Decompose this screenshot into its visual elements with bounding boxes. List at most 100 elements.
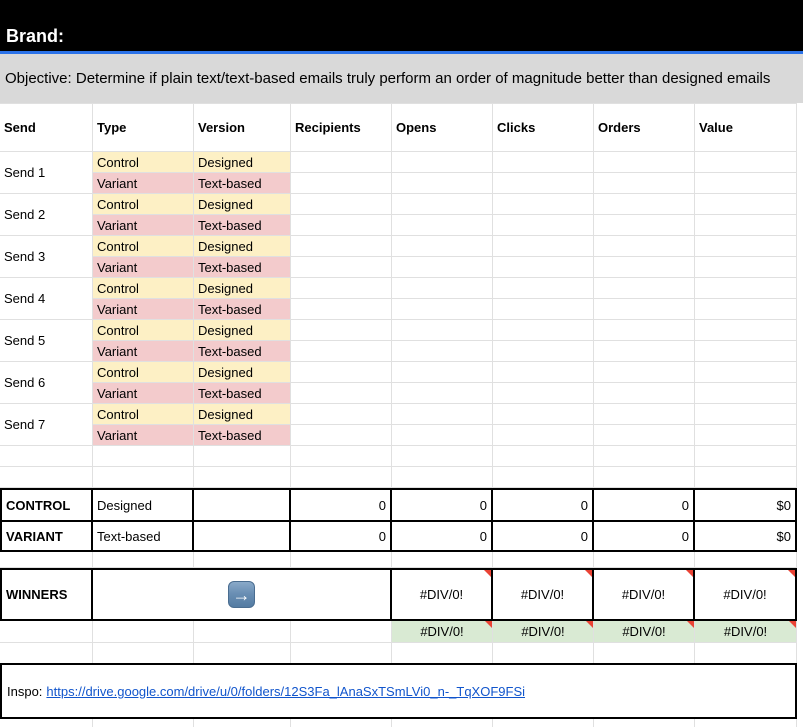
column-header-recipients[interactable]: Recipients <box>291 103 392 152</box>
metric-cell[interactable] <box>594 278 695 299</box>
type-cell[interactable]: Variant <box>93 257 194 278</box>
empty-cell[interactable] <box>392 446 493 467</box>
send-label-cell[interactable]: Send 5 <box>0 320 93 362</box>
metric-cell[interactable] <box>493 320 594 341</box>
metric-cell[interactable] <box>392 299 493 320</box>
metric-cell[interactable] <box>695 236 797 257</box>
empty-cell[interactable] <box>194 446 291 467</box>
type-cell[interactable]: Control <box>93 320 194 341</box>
metric-cell[interactable] <box>493 215 594 236</box>
brand-header-bar[interactable]: Brand: <box>0 0 803 51</box>
version-cell[interactable]: Text-based <box>194 341 291 362</box>
type-cell[interactable]: Control <box>93 152 194 173</box>
metric-cell[interactable] <box>291 299 392 320</box>
summary-label-cell[interactable]: VARIANT <box>0 522 93 550</box>
version-cell[interactable]: Designed <box>194 278 291 299</box>
winners-error-cell[interactable]: #DIV/0! <box>392 570 493 619</box>
metric-cell[interactable] <box>493 425 594 446</box>
summary-value-cell[interactable]: 0 <box>594 490 695 520</box>
type-cell[interactable]: Control <box>93 194 194 215</box>
empty-cell[interactable] <box>594 467 695 488</box>
empty-cell[interactable] <box>93 552 194 568</box>
winners-error-cell[interactable]: #DIV/0! <box>493 570 594 619</box>
empty-cell[interactable] <box>0 467 93 488</box>
empty-cell[interactable] <box>0 446 93 467</box>
summary-version-cell[interactable]: Designed <box>93 490 194 520</box>
metric-cell[interactable] <box>392 404 493 425</box>
metric-cell[interactable] <box>291 194 392 215</box>
metric-cell[interactable] <box>392 194 493 215</box>
metric-cell[interactable] <box>695 320 797 341</box>
summary-label-cell[interactable]: CONTROL <box>0 490 93 520</box>
version-cell[interactable]: Text-based <box>194 257 291 278</box>
version-cell[interactable]: Designed <box>194 404 291 425</box>
empty-cell[interactable] <box>93 621 194 643</box>
empty-cell[interactable] <box>493 552 594 568</box>
metric-cell[interactable] <box>594 257 695 278</box>
metric-cell[interactable] <box>392 320 493 341</box>
empty-cell[interactable] <box>194 621 291 643</box>
column-header-clicks[interactable]: Clicks <box>493 103 594 152</box>
summary-empty-cell[interactable] <box>194 490 291 520</box>
empty-cell[interactable] <box>194 552 291 568</box>
metric-cell[interactable] <box>695 173 797 194</box>
empty-cell[interactable] <box>695 643 797 663</box>
empty-cell[interactable] <box>695 467 797 488</box>
inspo-link[interactable]: https://drive.google.com/drive/u/0/folde… <box>46 684 525 699</box>
metric-cell[interactable] <box>695 383 797 404</box>
metric-cell[interactable] <box>493 278 594 299</box>
metric-cell[interactable] <box>392 383 493 404</box>
ratio-error-cell[interactable]: #DIV/0! <box>594 621 695 643</box>
type-cell[interactable]: Variant <box>93 299 194 320</box>
column-header-opens[interactable]: Opens <box>392 103 493 152</box>
empty-cell[interactable] <box>0 621 93 643</box>
type-cell[interactable]: Variant <box>93 215 194 236</box>
empty-cell[interactable] <box>291 643 392 663</box>
type-cell[interactable]: Variant <box>93 173 194 194</box>
summary-value-cell[interactable]: $0 <box>695 522 797 550</box>
version-cell[interactable]: Text-based <box>194 383 291 404</box>
empty-cell[interactable] <box>0 643 93 663</box>
empty-cell[interactable] <box>594 643 695 663</box>
column-header-send[interactable]: Send <box>0 103 93 152</box>
send-label-cell[interactable]: Send 1 <box>0 152 93 194</box>
winners-arrow-cell[interactable]: → <box>93 570 392 619</box>
empty-cell[interactable] <box>695 552 797 568</box>
metric-cell[interactable] <box>493 236 594 257</box>
metric-cell[interactable] <box>594 404 695 425</box>
send-label-cell[interactable]: Send 4 <box>0 278 93 320</box>
empty-cell[interactable] <box>291 446 392 467</box>
type-cell[interactable]: Control <box>93 404 194 425</box>
metric-cell[interactable] <box>695 341 797 362</box>
type-cell[interactable]: Control <box>93 236 194 257</box>
metric-cell[interactable] <box>291 320 392 341</box>
empty-cell[interactable] <box>392 552 493 568</box>
metric-cell[interactable] <box>695 194 797 215</box>
empty-cell[interactable] <box>392 467 493 488</box>
summary-value-cell[interactable]: 0 <box>291 490 392 520</box>
metric-cell[interactable] <box>695 299 797 320</box>
metric-cell[interactable] <box>291 362 392 383</box>
metric-cell[interactable] <box>291 152 392 173</box>
empty-cell[interactable] <box>194 643 291 663</box>
send-label-cell[interactable]: Send 3 <box>0 236 93 278</box>
metric-cell[interactable] <box>493 257 594 278</box>
type-cell[interactable]: Control <box>93 278 194 299</box>
metric-cell[interactable] <box>594 320 695 341</box>
metric-cell[interactable] <box>594 362 695 383</box>
metric-cell[interactable] <box>291 278 392 299</box>
metric-cell[interactable] <box>291 404 392 425</box>
summary-value-cell[interactable]: 0 <box>392 490 493 520</box>
metric-cell[interactable] <box>392 236 493 257</box>
inspo-row[interactable]: Inspo: https://drive.google.com/drive/u/… <box>0 663 797 719</box>
metric-cell[interactable] <box>392 341 493 362</box>
type-cell[interactable]: Variant <box>93 341 194 362</box>
metric-cell[interactable] <box>392 425 493 446</box>
metric-cell[interactable] <box>392 278 493 299</box>
objective-row[interactable]: Objective: Determine if plain text/text-… <box>0 54 803 103</box>
metric-cell[interactable] <box>695 152 797 173</box>
winners-error-cell[interactable]: #DIV/0! <box>695 570 797 619</box>
metric-cell[interactable] <box>392 257 493 278</box>
metric-cell[interactable] <box>594 299 695 320</box>
ratio-error-cell[interactable]: #DIV/0! <box>392 621 493 643</box>
